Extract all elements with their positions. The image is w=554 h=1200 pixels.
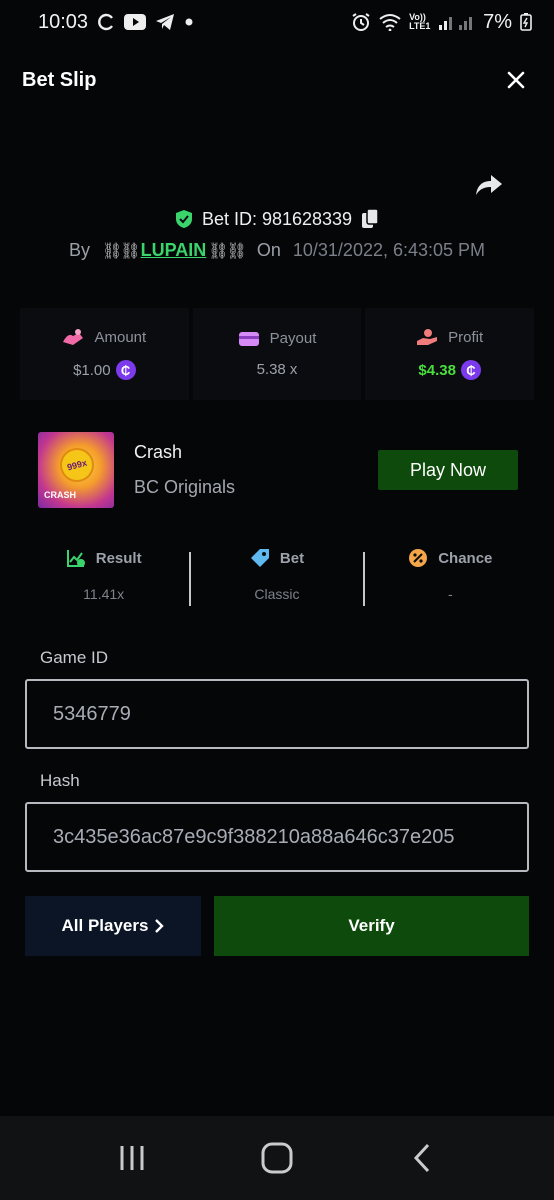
result-chart-icon <box>66 548 86 568</box>
bet-date: 10/31/2022, 6:43:05 PM <box>292 240 486 260</box>
all-players-label: All Players <box>61 916 149 935</box>
status-bar: 10:03 Vo)) LTE1 7% <box>0 0 554 44</box>
username-decoration-icon: ⛓⛓ <box>101 242 141 260</box>
result-value: 11.41x <box>83 586 125 602</box>
all-players-button[interactable]: All Players <box>25 896 201 956</box>
wifi-icon <box>379 13 401 31</box>
amount-label: Amount <box>94 328 147 346</box>
username-decoration-icon: ⛓⛓ <box>208 242 247 260</box>
thumb-text: CRASH <box>44 490 77 500</box>
game-provider: BC Originals <box>134 477 236 497</box>
payout-card-icon <box>238 331 260 347</box>
hash-field[interactable]: 3c435e36ac87e9c9f388210a88a646c37e205 <box>25 802 529 872</box>
on-label: On <box>256 240 281 260</box>
chance-value: - <box>447 586 453 602</box>
play-now-button[interactable]: Play Now <box>378 450 518 490</box>
bet-type-cell: Bet Classic <box>191 548 362 608</box>
system-nav-bar <box>0 1116 554 1200</box>
sync-icon <box>97 13 115 31</box>
chance-label: Chance <box>438 549 493 567</box>
bet-meta-row: By ⛓⛓ LUPAIN ⛓⛓ On 10/31/2022, 6:43:05 P… <box>0 240 554 261</box>
copy-icon[interactable] <box>360 208 380 230</box>
result-label: Result <box>95 549 142 567</box>
status-time: 10:03 <box>38 10 89 33</box>
modal-header: Bet Slip <box>0 56 554 104</box>
close-icon[interactable] <box>500 64 532 96</box>
bet-id: Bet ID: 981628339 <box>201 208 353 229</box>
bet-value: Classic <box>254 586 300 602</box>
hash-label: Hash <box>40 771 80 790</box>
home-icon[interactable] <box>247 1128 307 1188</box>
stat-profit: Profit $4.38 ₵ <box>365 308 535 400</box>
bet-stats: Amount $1.00 ₵ Payout 5.38 x Profit $4.3… <box>18 308 536 400</box>
alarm-icon <box>351 12 371 32</box>
percent-icon <box>408 548 428 568</box>
back-icon[interactable] <box>392 1128 452 1188</box>
payout-value: 5.38 x <box>256 361 298 378</box>
crash-game-thumbnail[interactable]: 999x CRASH <box>38 432 114 508</box>
game-name: Crash <box>134 442 183 462</box>
chevron-right-icon <box>154 919 165 933</box>
battery-charging-icon <box>520 13 532 31</box>
notification-dot-icon <box>184 17 194 27</box>
thumb-badge: 999x <box>56 444 98 486</box>
bet-tag-icon <box>250 548 270 568</box>
network-label: Vo)) LTE1 <box>409 12 431 31</box>
amount-icon <box>62 328 84 346</box>
profit-label: Profit <box>448 328 484 346</box>
coin-icon: ₵ <box>115 360 136 380</box>
game-id-label: Game ID <box>40 648 109 667</box>
bet-label: Bet <box>279 549 305 567</box>
shield-check-icon <box>174 209 194 229</box>
stat-payout: Payout 5.38 x <box>192 308 362 400</box>
by-label: By <box>68 240 90 260</box>
stat-amount: Amount $1.00 ₵ <box>20 308 189 400</box>
share-icon[interactable] <box>472 168 506 202</box>
username-link[interactable]: LUPAIN <box>141 240 207 261</box>
chance-cell: Chance - <box>365 548 536 608</box>
battery-percent: 7% <box>483 10 512 33</box>
profit-value: $4.38 <box>418 361 456 379</box>
profit-hand-icon <box>416 328 438 346</box>
recent-apps-icon[interactable] <box>102 1128 162 1188</box>
verify-button[interactable]: Verify <box>214 896 529 956</box>
result-row: Result 11.41x Bet Classic Chance - <box>18 548 536 608</box>
game-row: 999x CRASH Crash BC Originals Play Now <box>38 432 518 508</box>
signal-icon <box>439 14 475 30</box>
payout-label: Payout <box>269 330 317 347</box>
result-cell: Result 11.41x <box>18 548 189 608</box>
game-id-field[interactable]: 5346779 <box>25 679 529 749</box>
telegram-icon <box>155 13 175 31</box>
coin-icon: ₵ <box>460 360 481 380</box>
bet-id-row: Bet ID: 981628339 <box>0 208 554 230</box>
amount-value: $1.00 <box>73 361 111 379</box>
modal-title: Bet Slip <box>22 68 97 91</box>
youtube-icon <box>124 14 147 30</box>
